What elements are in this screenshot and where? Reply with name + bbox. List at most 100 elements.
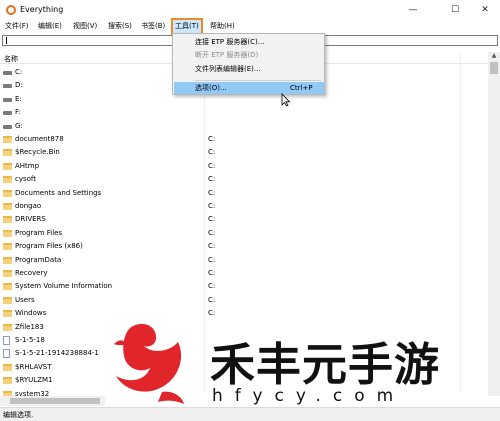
drive-icon (3, 84, 12, 89)
table-row[interactable]: G: (0, 120, 488, 133)
menu-search[interactable]: 搜索(S) (106, 20, 134, 33)
everything-app-icon (6, 5, 16, 15)
folder-icon (3, 203, 12, 210)
menu-item-file-list-editor[interactable]: 文件列表编辑器(E)... (174, 63, 324, 75)
watermark-url: hfycy.com (212, 386, 406, 406)
row-name: S-1-5-18 (15, 336, 45, 344)
status-text: 编辑选项. (3, 411, 34, 419)
row-name: $Recycle.Bin (15, 148, 60, 157)
row-name: cysoft (15, 175, 37, 184)
row-path: C: (208, 135, 216, 143)
drive-icon (3, 111, 12, 116)
row-path: C: (208, 269, 216, 277)
scroll-thumb[interactable] (490, 62, 498, 74)
menu-separator (195, 80, 321, 81)
table-row[interactable]: Program Files C: (0, 227, 488, 240)
row-name: Windows (15, 309, 47, 318)
menu-tools[interactable]: 工具(T) (171, 18, 203, 35)
minimize-button[interactable]: — (398, 0, 428, 20)
file-icon (3, 336, 10, 345)
row-name: G: (15, 121, 23, 130)
scroll-up-icon[interactable]: ▲ (488, 52, 500, 62)
row-path: C: (208, 295, 216, 304)
close-button[interactable]: ✕ (470, 0, 500, 20)
row-name: Program Files (15, 228, 63, 237)
folder-icon (3, 149, 12, 157)
table-row[interactable]: document878 C: (0, 133, 488, 146)
menu-bar: 文件(F) 编辑(E) 视图(V) 搜索(S) 书签(B) 工具(T) 帮助(H… (0, 18, 500, 35)
row-path: C: (208, 188, 216, 197)
row-name: Users (15, 295, 35, 304)
menu-bookmarks[interactable]: 书签(B) (139, 20, 167, 33)
horizontal-scrollbar[interactable] (0, 396, 105, 406)
table-row[interactable]: cysoft C: (0, 173, 488, 186)
table-row[interactable]: AHtmp C: (0, 160, 488, 173)
menu-item-label: 文件列表编辑器(E)... (195, 65, 261, 73)
watermark-logo-icon (114, 323, 184, 404)
row-name: C: (15, 68, 23, 76)
row-name: F: (15, 108, 21, 117)
title-bar: Everything — ☐ ✕ (0, 0, 500, 20)
row-path: C: (208, 161, 216, 170)
folder-icon (3, 189, 12, 197)
maximize-button[interactable]: ☐ (440, 0, 470, 20)
folder-icon (3, 296, 12, 304)
row-path: C: (208, 148, 216, 157)
row-name: $RYULZM1 (15, 376, 53, 385)
table-row[interactable]: Documents and Settings C: (0, 187, 488, 200)
table-row[interactable]: F: (0, 106, 488, 119)
table-row[interactable]: Users C: (0, 294, 488, 307)
row-name: E: (15, 94, 22, 103)
text-caret (6, 37, 7, 44)
table-row[interactable]: DRIVERS C: (0, 213, 488, 226)
menu-help[interactable]: 帮助(H) (208, 20, 237, 33)
row-name: Recovery (15, 269, 48, 277)
menu-item-shortcut: Ctrl+P (290, 84, 313, 92)
row-path: C: (208, 242, 216, 251)
row-path: C: (208, 202, 216, 210)
menu-item-connect-etp[interactable]: 连接 ETP 服务器(C)... (174, 36, 324, 48)
menu-item-disconnect-etp: 断开 ETP 服务器(D) (174, 49, 324, 61)
menu-item-label: 连接 ETP 服务器(C)... (195, 38, 265, 46)
folder-icon (3, 256, 12, 264)
drive-icon (3, 124, 12, 129)
row-name: $RHLAVST (15, 362, 52, 371)
menu-item-options[interactable]: 选项(O)... Ctrl+P (174, 82, 324, 94)
row-name: Documents and Settings (15, 188, 102, 197)
drive-icon (3, 71, 12, 75)
horizontal-scroll-thumb[interactable] (10, 398, 100, 404)
tools-dropdown-menu: 连接 ETP 服务器(C)... 断开 ETP 服务器(D) 文件列表编辑器(E… (172, 33, 325, 95)
folder-icon (3, 176, 12, 184)
table-row[interactable]: dongao C: (0, 200, 488, 213)
row-name: document878 (15, 135, 64, 143)
watermark-title: 禾丰元手游 (210, 338, 441, 391)
table-row[interactable]: Program Files (x86) C: (0, 240, 488, 253)
row-name: AHtmp (15, 161, 40, 170)
row-path: C: (208, 282, 216, 291)
folder-icon (3, 363, 12, 371)
folder-icon (3, 270, 12, 277)
row-name: Program Files (x86) (15, 242, 83, 251)
table-row[interactable]: System Volume Information C: (0, 280, 488, 293)
row-name: DRIVERS (15, 215, 46, 224)
table-row[interactable]: $Recycle.Bin C: (0, 146, 488, 159)
menu-view[interactable]: 视图(V) (71, 20, 99, 33)
folder-icon (3, 310, 12, 318)
menu-item-label: 选项(O)... (195, 84, 227, 92)
menu-edit[interactable]: 编辑(E) (36, 20, 64, 33)
table-row[interactable]: Recovery C: (0, 267, 488, 280)
row-name: S-1-5-21-1914238884-1 (15, 349, 99, 358)
row-path: C: (208, 215, 216, 224)
row-name: D: (15, 81, 23, 90)
watermark: 禾丰元手游 hfycy.com (100, 318, 500, 410)
column-header-name[interactable]: 名称 (4, 54, 18, 64)
window-title: Everything (20, 5, 64, 14)
file-icon (3, 349, 10, 359)
table-row[interactable]: ProgramData C: (0, 254, 488, 267)
row-name: Zfile183 (15, 322, 44, 331)
menu-file[interactable]: 文件(F) (3, 20, 31, 33)
row-name: ProgramData (15, 255, 62, 264)
folder-icon (3, 243, 12, 251)
folder-icon (3, 216, 12, 224)
folder-icon (3, 377, 12, 385)
